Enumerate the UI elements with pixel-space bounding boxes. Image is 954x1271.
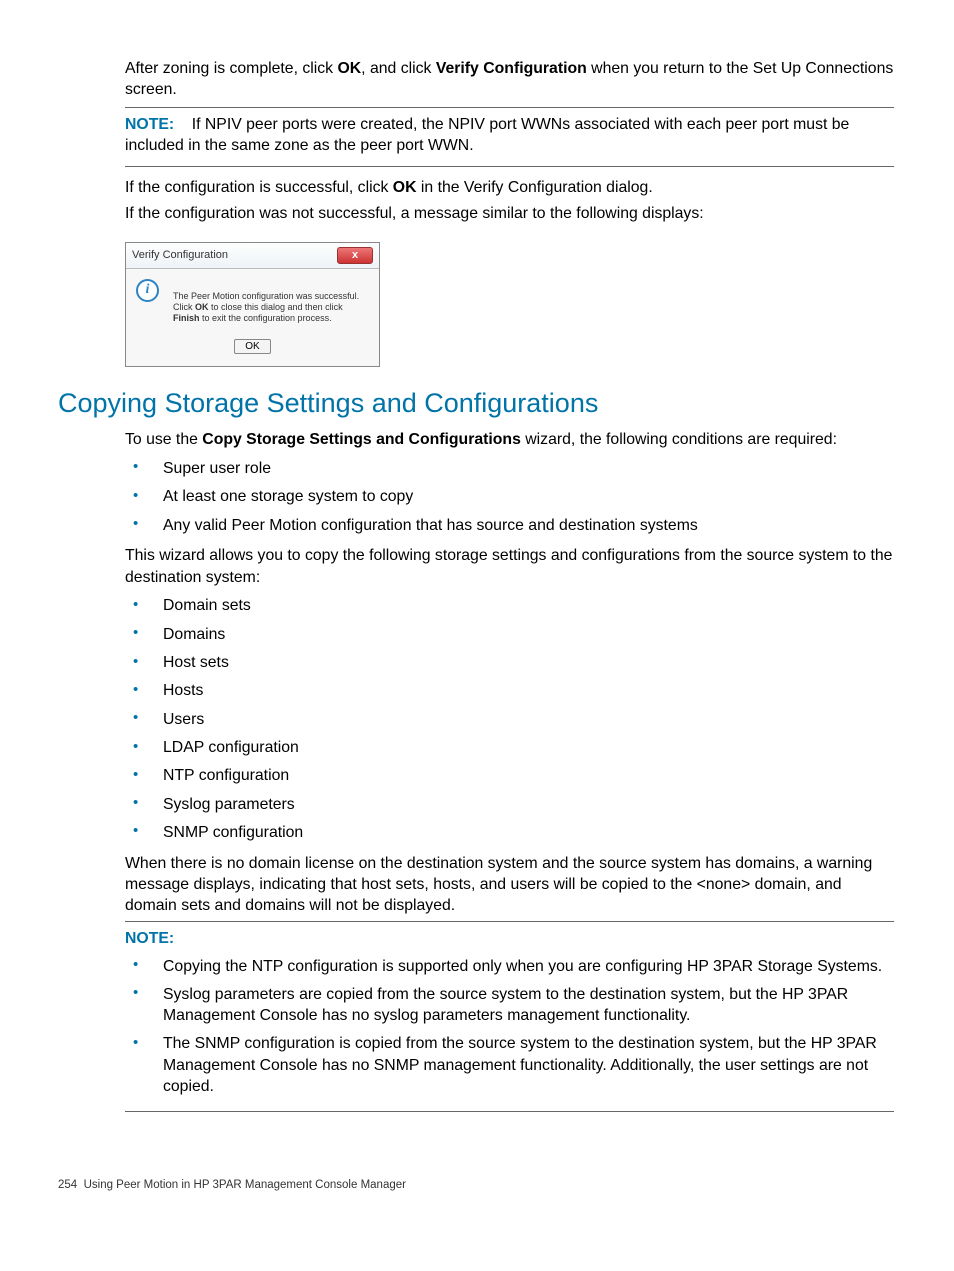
text-bold: Copy Storage Settings and Configurations: [202, 431, 521, 448]
list-item: At least one storage system to copy: [125, 483, 894, 511]
list-item: Syslog parameters are copied from the so…: [125, 980, 894, 1030]
text: in the Verify Configuration dialog.: [417, 179, 653, 196]
text-bold: Verify Configuration: [436, 60, 587, 77]
conditions-list: Super user role At least one storage sys…: [125, 454, 894, 539]
text-bold: OK: [337, 60, 361, 77]
note-label: NOTE:: [125, 116, 174, 133]
info-icon: i: [136, 279, 159, 302]
list-item: Super user role: [125, 454, 894, 482]
list-item: Any valid Peer Motion configuration that…: [125, 511, 894, 539]
list-item: Copying the NTP configuration is support…: [125, 952, 894, 980]
list-item: Users: [125, 705, 894, 733]
list-item: Hosts: [125, 677, 894, 705]
list-item: LDAP configuration: [125, 734, 894, 762]
list-item: Host sets: [125, 649, 894, 677]
note-text: If NPIV peer ports were created, the NPI…: [125, 116, 849, 154]
dialog-message: The Peer Motion configuration was succes…: [173, 279, 371, 325]
list-item: Domain sets: [125, 592, 894, 620]
paragraph-zoning: After zoning is complete, click OK, and …: [125, 58, 894, 101]
text: , and click: [361, 60, 436, 77]
text: If the configuration is successful, clic…: [125, 179, 393, 196]
paragraph-unsuccess: If the configuration was not successful,…: [125, 203, 894, 224]
note-block-bottom: NOTE: Copying the NTP configuration is s…: [125, 921, 894, 1112]
text: to close this dialog and then click: [209, 302, 343, 312]
paragraph-wizard-intro: To use the Copy Storage Settings and Con…: [125, 429, 894, 450]
dialog-footer: OK: [126, 331, 379, 366]
document-page: After zoning is complete, click OK, and …: [0, 0, 954, 1213]
ok-button[interactable]: OK: [234, 339, 270, 354]
text: wizard, the following conditions are req…: [521, 431, 837, 448]
text: After zoning is complete, click: [125, 60, 337, 77]
text-bold: OK: [195, 302, 209, 312]
text-bold: Finish: [173, 313, 200, 323]
paragraph-success: If the configuration is successful, clic…: [125, 177, 894, 198]
footer-title: Using Peer Motion in HP 3PAR Management …: [84, 1179, 406, 1191]
list-item: SNMP configuration: [125, 818, 894, 846]
close-icon[interactable]: x: [337, 247, 373, 264]
text: to exit the configuration process.: [200, 313, 332, 323]
list-item: Syslog parameters: [125, 790, 894, 818]
dialog-title-text: Verify Configuration: [132, 248, 228, 263]
settings-list: Domain sets Domains Host sets Hosts User…: [125, 592, 894, 847]
page-number: 254: [58, 1179, 77, 1191]
section-heading: Copying Storage Settings and Configurati…: [58, 385, 894, 421]
list-item: Domains: [125, 620, 894, 648]
page-footer: 254 Using Peer Motion in HP 3PAR Managem…: [58, 1178, 894, 1194]
dialog-titlebar: Verify Configuration x: [126, 243, 379, 269]
list-item: NTP configuration: [125, 762, 894, 790]
paragraph-domain-warning: When there is no domain license on the d…: [125, 853, 894, 917]
list-item: The SNMP configuration is copied from th…: [125, 1030, 894, 1101]
note-label: NOTE:: [125, 928, 894, 949]
note-block-npiv: NOTE: If NPIV peer ports were created, t…: [125, 107, 894, 168]
dialog-body: i The Peer Motion configuration was succ…: [126, 269, 379, 331]
paragraph-wizard-allows: This wizard allows you to copy the follo…: [125, 545, 894, 588]
text-bold: OK: [393, 179, 417, 196]
note-list: Copying the NTP configuration is support…: [125, 952, 894, 1101]
verify-configuration-dialog: Verify Configuration x i The Peer Motion…: [125, 242, 380, 367]
text: To use the: [125, 431, 202, 448]
